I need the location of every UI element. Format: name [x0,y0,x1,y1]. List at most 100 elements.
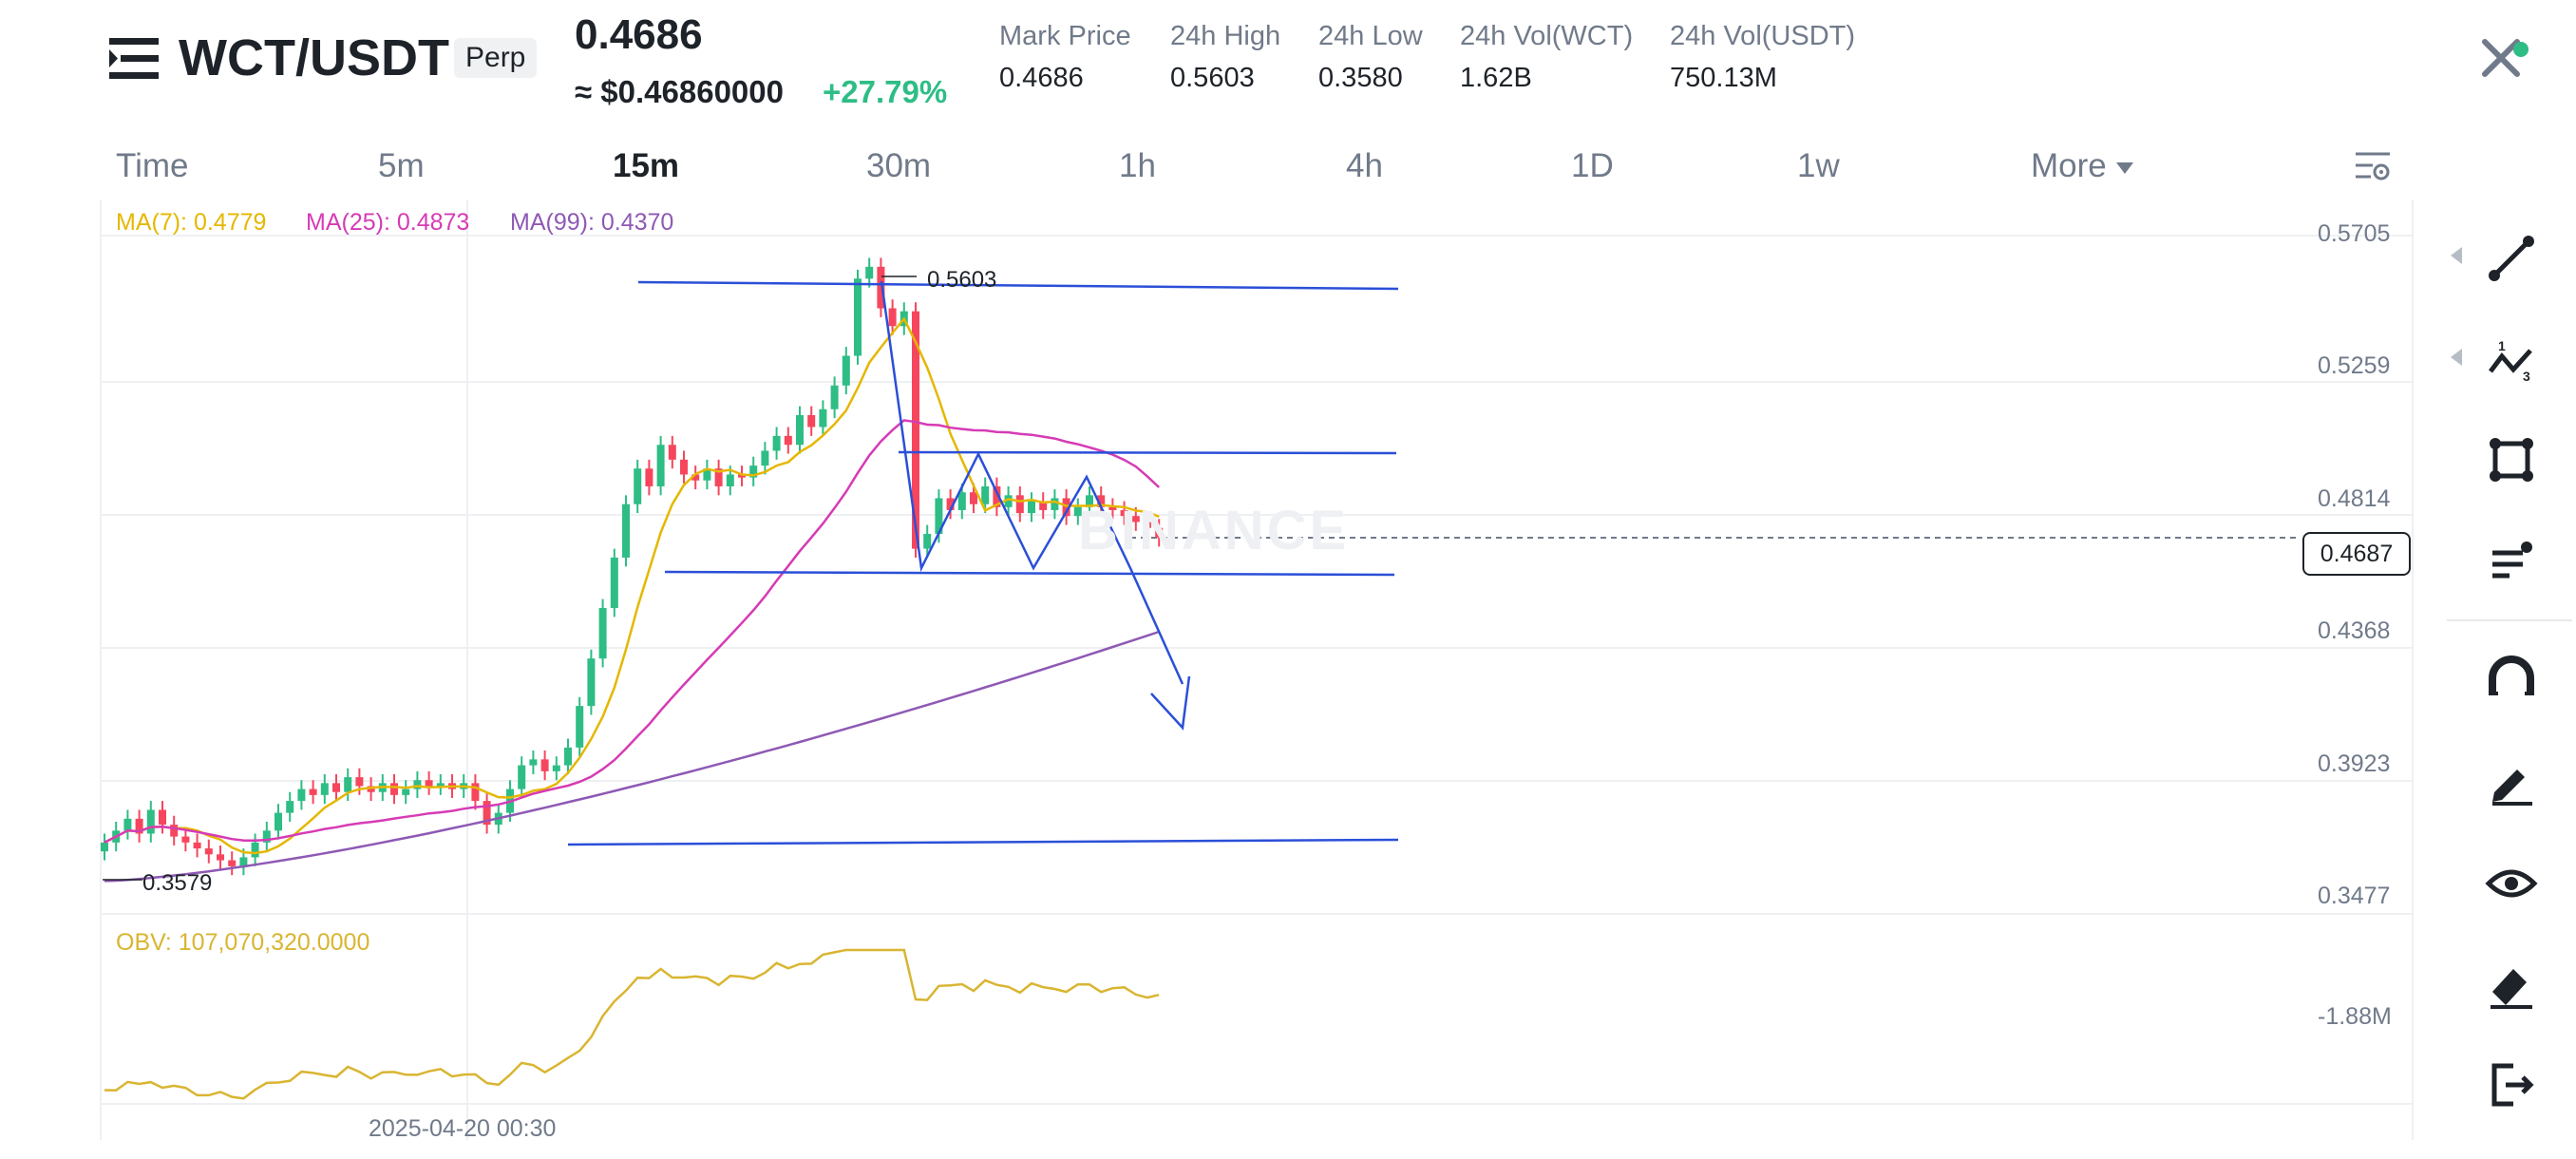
candle-body [680,459,688,475]
candle-body [830,385,839,409]
expand-arrow-icon[interactable] [2451,349,2462,366]
candle-body [518,765,526,789]
time-axis-label: 2025-04-20 00:30 [369,1115,557,1142]
toolbar-divider [2447,619,2572,621]
candle-body [332,783,340,792]
text-lines-icon[interactable] [2485,534,2538,587]
candle-body [193,842,201,849]
candle-body [842,355,850,386]
svg-text:3: 3 [2523,369,2530,384]
user-drawings[interactable] [103,276,1399,881]
candle-body [668,445,676,460]
candlesticks [101,257,1164,876]
ma99-legend[interactable]: MA(99): 0.4370 [510,209,673,237]
candle-body [101,842,108,852]
svg-text:1: 1 [2498,338,2506,353]
candle-body [204,848,213,855]
candle-body [413,780,422,789]
candle-body [1028,501,1035,514]
eye-icon[interactable] [2485,857,2538,910]
candle-body [390,783,398,795]
candle-body [123,818,132,831]
candle-body [355,777,364,787]
candle-body [436,783,445,787]
candle-body [552,765,560,771]
eraser-icon[interactable] [2485,958,2538,1011]
candle-body [819,408,827,428]
support-bottom-line [567,838,1399,846]
candle-body [587,658,596,707]
obv-axis-label: -1.88M [2318,1003,2392,1030]
price-axis-label: 0.3477 [2318,883,2391,909]
current-price-tag: 0.4687 [2302,532,2411,576]
candle-body [726,474,734,486]
obv-indicator-line [104,948,1160,1100]
candle-body [529,759,538,766]
ma7-line [104,316,1160,855]
candle-body [1051,498,1059,510]
candle-body [610,557,618,609]
candle-body [622,504,630,558]
candle-body [344,777,352,792]
trend-line-icon[interactable] [2485,232,2538,285]
price-axis-label: 0.4368 [2318,618,2391,644]
candle-body [228,860,237,866]
candle-body [181,836,190,843]
moving-average-lines [104,316,1161,883]
candle-body [1015,495,1024,514]
candle-body [217,854,224,861]
candle-body [170,825,179,837]
neckline-line [664,570,1395,577]
candle-body [146,809,155,834]
low-price-marker: 0.3579 [142,870,213,896]
fib-wave-icon[interactable]: 1 3 [2485,333,2538,387]
expand-arrow-icon[interactable] [2451,247,2462,264]
candle-body [807,414,816,428]
watermark-logo: BINANCE [1078,500,1350,561]
candle-body [772,435,781,451]
candle-body [796,414,804,446]
price-axis-label: 0.3923 [2318,750,2391,777]
rectangle-icon[interactable] [2485,433,2538,486]
obv-line [104,948,1160,1100]
candle-body [320,783,329,795]
magnet-icon[interactable] [2485,652,2538,705]
candle-body [761,450,769,466]
ma7-legend[interactable]: MA(7): 0.4779 [116,209,266,237]
chart-grid [100,200,2414,1140]
candle-body [275,812,282,831]
candle-body [957,492,966,510]
channel-upper-line [898,450,1397,455]
pencil-icon[interactable] [2485,754,2538,808]
candle-body [923,533,932,549]
candle-body [540,759,549,771]
candle-body [159,809,166,826]
candle-body [402,788,410,795]
candle-body [656,445,665,486]
resistance-top-line [637,280,1399,291]
candle-body [981,485,990,504]
zigzag-pattern-line [880,280,1184,685]
price-chart[interactable] [0,0,2576,1159]
obv-legend[interactable]: OBV: 107,070,320.0000 [116,929,369,957]
candle-body [888,308,897,327]
candle-body [576,706,584,748]
candle-body [251,842,259,858]
candle-body [854,278,862,356]
exit-icon[interactable] [2485,1058,2538,1112]
candle-body [634,468,642,504]
price-axis-label: 0.5705 [2318,220,2391,247]
candle-body [297,788,306,802]
candle-body [645,468,653,486]
price-axis-label: 0.5259 [2318,352,2391,379]
high-price-marker: 0.5603 [927,267,997,293]
candle-body [865,266,874,279]
arrow-head [1150,675,1191,731]
candle-body [784,435,792,446]
candle-body [564,747,572,766]
ma25-legend[interactable]: MA(25): 0.4873 [306,209,469,237]
candle-body [598,608,607,659]
candle-body [425,780,433,787]
candle-body [471,783,480,802]
candle-body [286,801,294,813]
